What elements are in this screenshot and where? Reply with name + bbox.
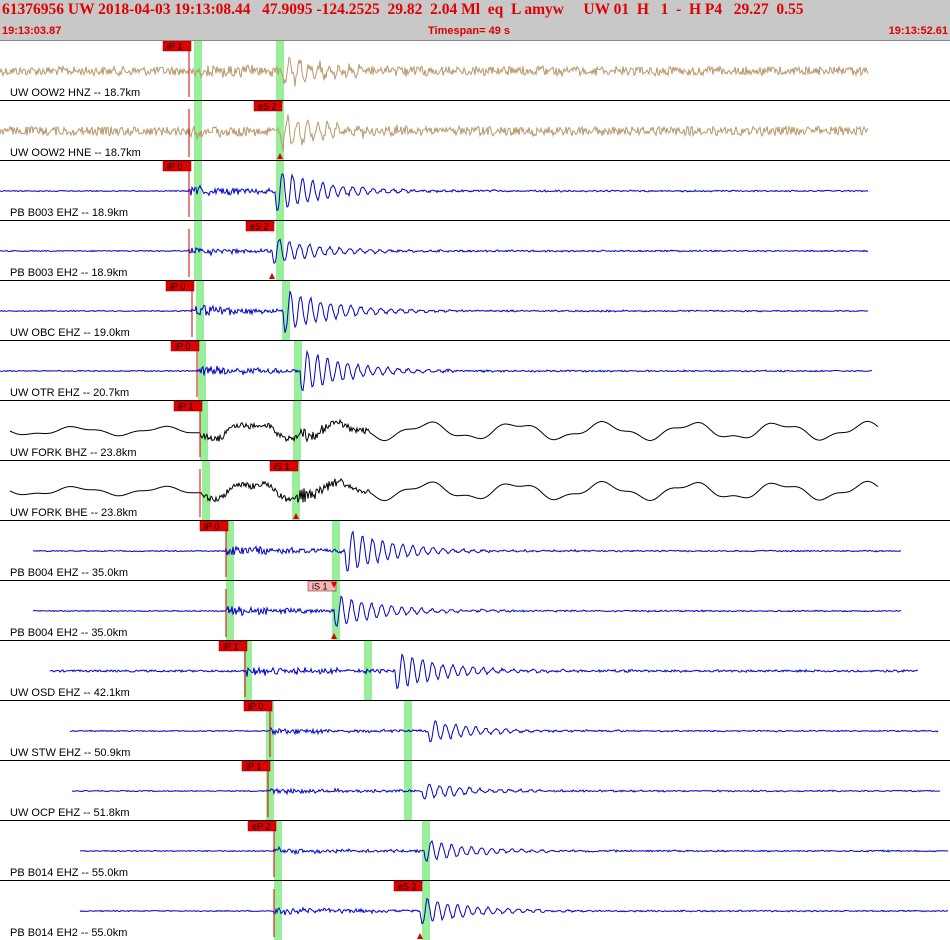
pick-flag-label: iS 1 [274,462,290,472]
pick-flag[interactable]: iP 0 [165,280,195,292]
pick-flag-label: eP 2 [252,822,270,832]
trace-row[interactable]: eS 2 PB B003 EH2 -- 18.9km [0,220,950,281]
trace-row[interactable]: iP 0 PB B004 EHZ -- 35.0km [0,520,950,581]
trace-row[interactable]: eS 2 UW OOW2 HNE -- 18.7km [0,100,950,161]
pick-window-band [194,41,202,100]
pick-flag[interactable]: iP 1 [241,760,271,772]
pick-flag[interactable]: iP 1 [162,41,192,52]
station-channel-label: PB B014 EHZ -- 55.0km [10,867,128,879]
station-channel-label: PB B014 EH2 -- 55.0km [10,927,127,939]
pick-flag[interactable]: iP 0 [243,700,273,712]
station-channel-label: UW OTR EHZ -- 20.7km [10,387,129,399]
station-channel-label: PB B004 EH2 -- 35.0km [10,627,127,639]
pick-flag[interactable]: iP 0 [199,520,229,532]
trace-row[interactable]: iP 0 UW OBC EHZ -- 19.0km [0,280,950,341]
trace-row[interactable]: iP 0 UW OTR EHZ -- 20.7km [0,340,950,401]
waveform [0,349,873,392]
station-channel-label: UW OSD EHZ -- 42.1km [10,687,130,699]
waveform [0,172,869,212]
station-channel-label: PB B003 EHZ -- 18.9km [10,207,128,219]
event-header: 61376956 UW 2018-04-03 19:13:08.44 47.90… [0,0,950,41]
pick-flag-label: iP 1 [223,642,238,652]
pick-flag[interactable]: iP 1 [173,400,203,412]
station-channel-label: UW STW EHZ -- 50.9km [10,747,130,759]
timespan-readout: Timespan= 49 s [428,25,511,37]
trace-row[interactable]: iP 1 UW OSD EHZ -- 42.1km [0,640,950,701]
trace-row[interactable]: iP 0 UW STW EHZ -- 50.9km [0,700,950,761]
window-end-time: 19:13:52.61 [888,25,948,37]
station-channel-label: UW OOW2 HNZ -- 18.7km [10,87,140,99]
pick-window-band [282,281,290,340]
trace-row[interactable]: eP 2 PB B014 EHZ -- 55.0km [0,820,950,881]
pick-flag[interactable]: iP 0 [170,340,200,352]
pick-flag-label: eS 2 [398,882,417,892]
pick-flag-label: iP 0 [170,282,185,292]
waveform [32,595,902,628]
pick-flag-label: iP 1 [178,402,193,412]
trace-row[interactable]: iS 1 UW FORK BHE -- 23.8km [0,460,950,521]
waveform [79,839,949,863]
pick-window-band [293,401,301,460]
pick-flag-label: iP 0 [175,342,190,352]
trace-row[interactable]: iP 1 UW FORK BHZ -- 23.8km [0,400,950,461]
station-channel-label: UW OCP EHZ -- 51.8km [10,807,130,819]
pick-flag[interactable]: iP 0 [162,160,192,172]
waveform [69,720,939,743]
waveform [9,477,879,503]
pick-window-band [202,461,210,520]
pick-flag-label: eS 2 [250,222,269,232]
waveform [49,653,919,690]
waveform [0,56,869,87]
pick-window-band [196,281,204,340]
station-channel-label: PB B003 EH2 -- 18.9km [10,267,127,279]
trace-row[interactable]: iP 0 PB B003 EHZ -- 18.9km [0,160,950,221]
pick-flag-label: iP 0 [248,702,263,712]
station-channel-label: PB B004 EHZ -- 35.0km [10,567,128,579]
waveform [72,783,941,800]
station-channel-label: UW OBC EHZ -- 19.0km [10,327,130,339]
pick-flag-label: iP 1 [167,42,182,52]
trace-row[interactable]: iP 1 UW OCP EHZ -- 51.8km [0,760,950,821]
trace-row[interactable]: iP 1 UW OOW2 HNZ -- 18.7km [0,41,950,101]
pick-flag-label: iP 0 [167,162,182,172]
pick-flag-label: iS 1 [312,582,328,592]
pick-flag-label: eS 2 [258,102,277,112]
waveform [0,238,869,264]
pick-flag-label: iP 1 [246,762,261,772]
waveform [9,418,879,443]
window-start-time: 19:13:03.87 [2,25,62,37]
waveform [32,530,902,572]
station-channel-label: UW FORK BHZ -- 23.8km [10,447,137,459]
pick-flag-label: iP 0 [204,522,219,532]
waveform [0,114,869,152]
waveform [79,897,949,925]
s-arrival-triangle-icon [269,273,275,279]
pick-flag[interactable]: iP 1 [218,640,248,652]
pick-flag[interactable]: eP 2 [247,820,277,832]
pick-window-band [422,881,430,940]
trace-row[interactable]: eS 2 PB B014 EH2 -- 55.0km [0,880,950,940]
station-channel-label: UW FORK BHE -- 23.8km [10,507,137,519]
station-channel-label: UW OOW2 HNE -- 18.7km [10,147,141,159]
trace-row[interactable]: iS 1 PB B004 EH2 -- 35.0km [0,580,950,641]
waveform [0,290,869,333]
event-summary: 61376956 UW 2018-04-03 19:13:08.44 47.90… [2,1,804,18]
seismogram-panel[interactable]: iP 1 UW OOW2 HNZ -- 18.7km eS 2 UW OOW2 HNE… [0,41,950,940]
